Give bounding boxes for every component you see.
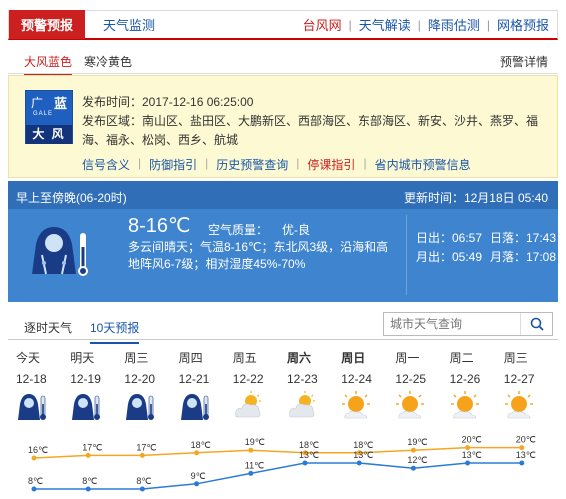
update-time: 更新时间：12月18日 05:40 (403, 191, 548, 205)
grid-forecast-link[interactable]: 网格预报 (497, 15, 549, 34)
warning-detail-link[interactable]: 预警详情 (500, 53, 548, 70)
temp-point (85, 452, 91, 458)
sun-moon-left: 日出：06:57 月出：05:49 (416, 229, 482, 267)
tab-hourly[interactable]: 逐时天气 (24, 319, 72, 336)
signal-flag-glyph: 广 (31, 96, 44, 110)
tab-gale-blue[interactable]: 大风蓝色 (24, 53, 73, 76)
moonset: 月落：17:08 (490, 250, 557, 264)
divider: | (205, 156, 209, 170)
gale-blue-signal-icon: 广 蓝 GALE 大 风 (25, 90, 73, 144)
temp-point (248, 470, 254, 476)
divider: | (138, 156, 142, 170)
city-search-input[interactable] (384, 313, 520, 335)
forecast-tabs: 逐时天气 10天预报 (8, 310, 558, 344)
search-button[interactable] (520, 313, 552, 335)
temp-point (194, 450, 200, 456)
divider: | (486, 17, 490, 32)
temp-label: 13℃ (299, 450, 319, 460)
temp-point (31, 455, 37, 461)
temperature-range: 8-16℃ (128, 215, 191, 237)
publish-time: 发布时间：2017-12-16 06:25:00 (82, 95, 254, 109)
weather-analysis-link[interactable]: 天气解读 (359, 15, 411, 34)
temp-point (356, 460, 362, 466)
temp-point (139, 486, 145, 492)
air-quality-value: 优-良 (282, 223, 311, 237)
temp-point (85, 486, 91, 492)
temp-point (194, 481, 200, 487)
signal-meaning-link[interactable]: 信号含义 (82, 156, 130, 173)
signal-en: GALE (33, 111, 54, 117)
forecast-period: 早上至傍晚(06-20时) (16, 191, 127, 205)
search-icon (530, 317, 544, 331)
tab-weather-monitor[interactable]: 天气监测 (103, 15, 155, 34)
low-temp-line (34, 462, 522, 490)
rain-estimate-link[interactable]: 降雨估测 (428, 15, 480, 34)
forecast-header: 早上至傍晚(06-20时) 更新时间：12月18日 05:40 (8, 181, 558, 209)
divider: | (296, 156, 300, 170)
tab-warning-forecast[interactable]: 预警预报 (9, 10, 85, 39)
forecast-description: 多云间晴天；气温8-16℃；东北风3级，沿海和高地阵风6-7级；相对湿度45%-… (128, 240, 389, 271)
temp-label: 9℃ (191, 471, 206, 481)
publish-areas: 发布区域：南山区、盐田区、大鹏新区、西部海区、东部海区、新安、沙井、燕罗、福海、… (82, 114, 539, 147)
air-quality-label: 空气质量： (208, 223, 269, 237)
temp-label: 18℃ (353, 440, 373, 450)
high-temp-line (33, 446, 522, 459)
temp-label: 19℃ (407, 437, 427, 447)
sunrise: 日出：06:57 (416, 231, 483, 245)
temp-label: 8℃ (28, 476, 43, 486)
warning-links: 信号含义 | 防御指引 | 历史预警查询 | 停课指引 | 省内城市预警信息 (82, 156, 471, 173)
air-quality: 空气质量： 优-良 (208, 221, 310, 238)
temp-label: 20℃ (462, 435, 482, 445)
temp-point (302, 460, 308, 466)
tab-cold-yellow[interactable]: 寒冷黄色 (84, 53, 132, 70)
province-warning-link[interactable]: 省内城市预警信息 (375, 156, 471, 173)
temp-label: 18℃ (299, 440, 319, 450)
temp-label: 20℃ (516, 435, 536, 445)
typhoon-link[interactable]: 台风网 (303, 15, 342, 34)
temperature-chart: 16℃ 17℃ 17℃ 18℃ 19℃ 18℃ 18℃ 19℃ 20℃ 20℃ 8℃ 8℃ 8℃ 9℃ 11… (28, 435, 536, 492)
temp-point (139, 452, 145, 458)
signal-cn: 大 风 (26, 125, 72, 144)
temp-label: 11℃ (245, 460, 264, 470)
temp-label: 19℃ (245, 437, 265, 447)
warning-panel: 广 蓝 GALE 大 风 发布时间：2017-12-16 06:25:00 发布… (8, 75, 558, 178)
cold-rain-icon (22, 219, 94, 282)
temp-label: 13℃ (516, 450, 536, 460)
temp-label: 12℃ (407, 455, 427, 465)
temp-point (410, 465, 416, 471)
temp-label: 18℃ (191, 440, 211, 450)
ten-day-forecast: 今天 12-18 明天 12-19 周三 12-20 周四 12-21 周五 12-22 周六 12-… (8, 342, 558, 499)
temp-point (410, 447, 416, 453)
temp-point (248, 447, 254, 453)
top-right-links: 台风网 | 天气解读 | 降雨估测 | 网格预报 (303, 15, 557, 34)
temp-label: 13℃ (353, 450, 373, 460)
divider: | (417, 17, 421, 32)
warning-info: 发布时间：2017-12-16 06:25:00 发布区域：南山区、盐田区、大鹏… (82, 93, 542, 150)
top-nav: 预警预报 天气监测 台风网 | 天气解读 | 降雨估测 | 网格预报 (8, 10, 558, 40)
defense-guide-link[interactable]: 防御指引 (149, 156, 197, 173)
temp-point (31, 486, 37, 492)
moonrise: 月出：05:49 (416, 250, 483, 264)
tab-10day[interactable]: 10天预报 (90, 319, 140, 344)
divider: | (348, 17, 352, 32)
sunset: 日落：17:43 (490, 231, 557, 245)
signal-level: 蓝 (53, 96, 67, 111)
temp-point (519, 460, 525, 466)
divider (406, 215, 407, 295)
temp-label: 16℃ (28, 445, 48, 455)
forecast-panel: 早上至傍晚(06-20时) 更新时间：12月18日 05:40 8-16℃ 空气… (8, 181, 558, 302)
warning-tabs: 大风蓝色 寒冷黄色 预警详情 (8, 46, 558, 76)
history-query-link[interactable]: 历史预警查询 (216, 156, 288, 173)
temp-label: 8℃ (82, 476, 97, 486)
temp-label: 17℃ (136, 442, 156, 452)
temp-point (465, 460, 471, 466)
temp-label: 13℃ (462, 450, 482, 460)
class-suspension-link[interactable]: 停课指引 (307, 156, 355, 173)
temp-label: 8℃ (136, 476, 151, 486)
sun-moon-right: 日落：17:43 月落：17:08 (490, 229, 556, 267)
divider: | (363, 156, 367, 170)
city-search (383, 312, 553, 336)
temp-label: 17℃ (82, 442, 102, 452)
